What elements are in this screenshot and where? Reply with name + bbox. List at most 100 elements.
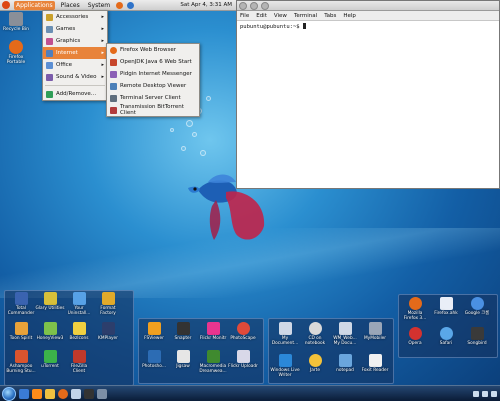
terminal-icon[interactable] <box>84 388 94 399</box>
help-icon[interactable] <box>127 1 135 9</box>
gadget-icon-my-documents[interactable]: My Document... <box>270 322 300 346</box>
terminal-menu-tabs[interactable]: Tabs <box>324 13 336 19</box>
desktop-icon-recycle-bin[interactable]: Recycle Bin <box>0 12 32 32</box>
gadget-icon-label: Snapter <box>174 336 192 341</box>
gadget-icon-foxit[interactable]: Foxit Reader <box>360 354 390 373</box>
gadget-icon-jigsaw[interactable]: Jigsaw <box>168 350 198 369</box>
terminal-menu-view[interactable]: View <box>274 13 287 19</box>
menu-item-label: Add/Remove... <box>56 91 97 97</box>
gadget-icon-honeyview[interactable]: HoneyView3 <box>35 322 65 341</box>
gadget-icon-mozilla-firefox[interactable]: Mozilla Firefox 3... <box>400 297 430 321</box>
gadget-icon-label: Songbird <box>467 341 487 346</box>
submenu-item-terminal-server[interactable]: Terminal Server Client <box>107 92 199 104</box>
volume-icon[interactable] <box>482 390 488 397</box>
desktop-icon-firefox-portable[interactable]: Firefox Portable <box>0 40 32 65</box>
gadget-icon-live-writer[interactable]: Windows Live Writer <box>270 354 300 378</box>
gadget-icon-snapter[interactable]: Snapter <box>168 322 198 341</box>
submenu-item-pidgin[interactable]: Pidgin Internet Messenger <box>107 68 199 80</box>
gadget-icon-label: Total Commander <box>7 306 35 316</box>
terminal-menu-edit[interactable]: Edit <box>256 13 267 19</box>
photoshop-icon <box>147 350 161 363</box>
menu-item-office[interactable]: Office ▸ <box>43 59 107 71</box>
toon-spirit-icon <box>14 322 28 335</box>
window-icon[interactable] <box>71 388 81 399</box>
gadget-icon-notepad[interactable]: notepad <box>330 354 360 373</box>
gadget-icon-songbird[interactable]: Songbird <box>462 327 492 346</box>
submenu-item-transmission[interactable]: Transmission BitTorrent Client <box>107 104 199 116</box>
gadget-icon-toon-spirit[interactable]: Toon Spirit <box>6 322 36 341</box>
terminal-menu-help[interactable]: Help <box>343 13 356 19</box>
gadget-icon-uninstaller[interactable]: Your Uninstall... <box>64 292 94 316</box>
total-commander-icon <box>14 292 28 305</box>
system-menu[interactable]: System <box>86 1 112 10</box>
gadget-icon-dreamweaver[interactable]: Macromedia Dreamwea... <box>198 350 228 374</box>
gadget-icon-flickr-monitr[interactable]: Flickr Monitr <box>198 322 228 341</box>
gadget-icon-label: Your Uninstall... <box>67 306 91 316</box>
jigsaw-icon <box>176 350 190 363</box>
menu-item-accessories[interactable]: Accessories ▸ <box>43 11 107 23</box>
submenu-item-firefox[interactable]: Firefox Web Browser <box>107 44 199 56</box>
gadget-icon-google-chrome[interactable]: Google 크롬 <box>462 297 492 316</box>
gadget-icon-total-commander[interactable]: Total Commander <box>6 292 36 316</box>
menu-item-label: Terminal Server Client <box>120 95 181 101</box>
app-icon[interactable] <box>97 388 107 399</box>
gadget-icon-photoscape[interactable]: PhotoScape <box>228 322 258 341</box>
terminal-content[interactable]: pubuntu@pubuntu:~$ <box>237 21 499 32</box>
gadget-icon-utorrent[interactable]: uTorrent <box>35 350 65 369</box>
menu-item-internet[interactable]: Internet ▸ <box>43 47 107 59</box>
gadget-icon-flickr-uploadr[interactable]: Flickr Uploadr <box>228 350 258 369</box>
ie-icon[interactable] <box>19 388 29 399</box>
bezicons-icon <box>72 322 86 335</box>
close-icon[interactable] <box>239 1 247 10</box>
gadget-icon-label: Ashampoo Burning Stu... <box>6 364 36 374</box>
terminal-menu-terminal[interactable]: Terminal <box>294 13 317 19</box>
menu-item-sound-video[interactable]: Sound & Video ▸ <box>43 71 107 83</box>
menu-item-label: Graphics <box>56 38 81 44</box>
dreamweaver-icon <box>206 350 220 363</box>
submenu-item-java-web-start[interactable]: OpenJDK Java 6 Web Start <box>107 56 199 68</box>
start-button[interactable] <box>2 386 16 401</box>
gadget-icon-bezicons[interactable]: BezIcons <box>64 322 94 341</box>
gadget-icon-kmplayer[interactable]: KMPlayer <box>93 322 123 341</box>
folder-icon[interactable] <box>45 388 55 399</box>
gadget-icon-label: WM_Web... My Docu... <box>333 336 357 346</box>
photoscape-icon <box>236 322 250 335</box>
menu-item-add-remove[interactable]: Add/Remove... <box>43 88 107 100</box>
minimize-icon[interactable] <box>250 1 258 10</box>
gadget-icon-mymobiler[interactable]: MyMobiler <box>360 322 390 341</box>
songbird-icon <box>470 327 484 340</box>
gadget-icon-cd-notebook[interactable]: CD on notebook <box>300 322 330 346</box>
terminal-titlebar[interactable] <box>237 1 499 11</box>
gadget-icon-firefox-ahk[interactable]: Firefox.ahk <box>431 297 461 316</box>
submenu-item-remote-desktop[interactable]: Remote Desktop Viewer <box>107 80 199 92</box>
menu-item-games[interactable]: Games ▸ <box>43 23 107 35</box>
places-menu[interactable]: Places <box>59 1 82 10</box>
gadget-icon-opera[interactable]: Opera <box>400 327 430 346</box>
gadget-icon-glary[interactable]: Glary Utilities <box>35 292 65 311</box>
gadget-icon-filezilla[interactable]: FileZilla Client <box>64 350 94 374</box>
foxit-icon <box>368 354 382 367</box>
gadget-icon-jarte[interactable]: Jarte <box>300 354 330 373</box>
terminal-menu-file[interactable]: File <box>240 13 249 19</box>
gadget-icon-label: My Document... <box>271 336 299 346</box>
firefox-icon[interactable] <box>58 388 68 399</box>
pidgin-icon <box>110 70 117 78</box>
terminal-window[interactable]: File Edit View Terminal Tabs Help pubunt… <box>236 0 500 189</box>
flag-icon[interactable] <box>491 390 497 397</box>
gadget-icon-photoshop[interactable]: Photosho... <box>139 350 169 369</box>
gadget-icon-safari[interactable]: Safari <box>431 327 461 346</box>
network-icon[interactable] <box>473 390 479 397</box>
applications-menu[interactable]: Applications <box>14 0 55 10</box>
gadget-icon-fsviewer[interactable]: FSViewer <box>139 322 169 341</box>
firefox-launcher-icon[interactable] <box>116 1 124 9</box>
panel-clock[interactable]: Sat Apr 4, 3:31 AM <box>180 2 236 8</box>
media-player-icon[interactable] <box>32 388 42 399</box>
gadget-icon-label: Safari <box>439 341 453 346</box>
maximize-icon[interactable] <box>261 1 269 10</box>
format-factory-icon <box>101 292 115 305</box>
gadget-icon-format-factory[interactable]: Format Factory <box>93 292 123 316</box>
menu-item-graphics[interactable]: Graphics ▸ <box>43 35 107 47</box>
menu-item-label: Remote Desktop Viewer <box>120 83 187 89</box>
gadget-icon-wm-web[interactable]: WM_Web... My Docu... <box>330 322 360 346</box>
gadget-icon-ashampoo[interactable]: Ashampoo Burning Stu... <box>6 350 36 374</box>
